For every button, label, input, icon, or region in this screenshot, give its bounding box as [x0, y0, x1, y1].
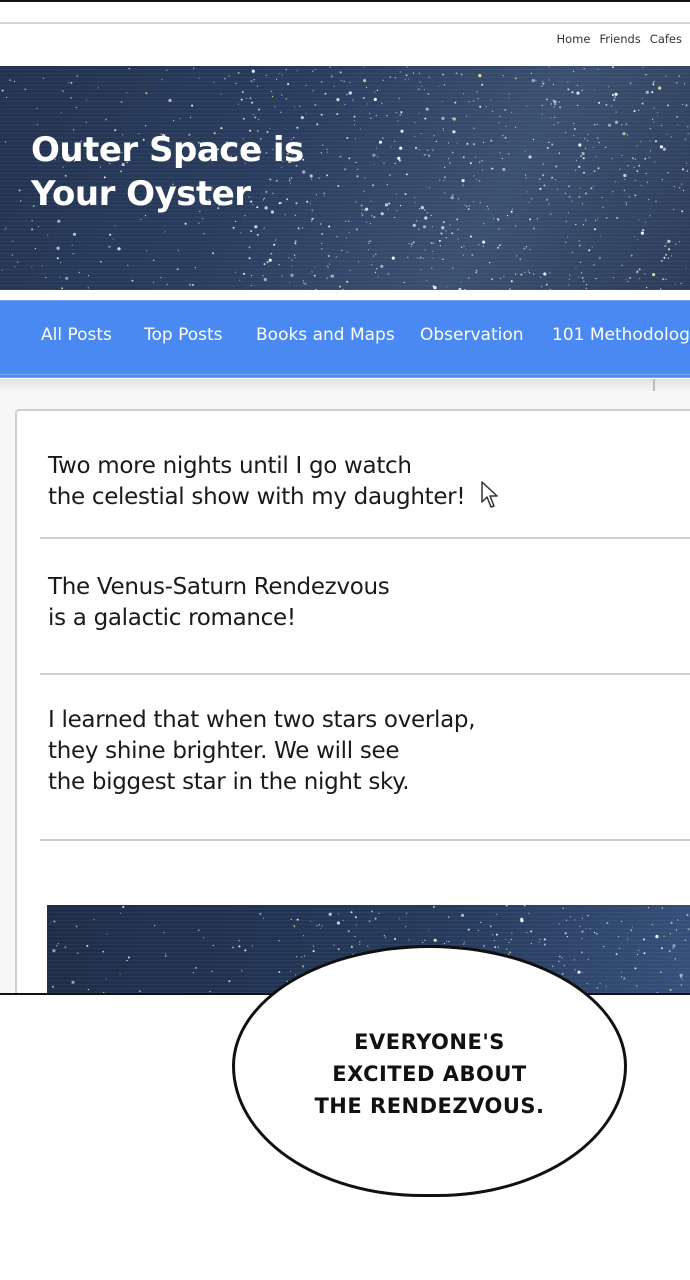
post-item[interactable]: Two more nights until I go watch the cel… [48, 451, 648, 513]
speech-bubble-text: EVERYONE'S EXCITED ABOUT THE RENDEZVOUS. [314, 1030, 545, 1118]
post-divider [40, 839, 690, 841]
topnav-home-link[interactable]: Home [556, 32, 590, 46]
tab-observation[interactable]: Observation [420, 325, 524, 345]
navbar-shadow [0, 379, 690, 391]
top-divider [0, 22, 690, 24]
hero-banner: Outer Space is Your Oyster [0, 66, 690, 290]
post-item[interactable]: I learned that when two stars overlap, t… [48, 705, 648, 798]
post-item[interactable]: The Venus-Saturn Rendezvous is a galacti… [48, 572, 648, 634]
comic-panel: Home Friends Cafes Outer Space is Your O… [0, 0, 690, 995]
mouse-pointer-icon [481, 481, 498, 508]
speech-bubble: EVERYONE'S EXCITED ABOUT THE RENDEZVOUS. [232, 945, 627, 1197]
site-title: Outer Space is Your Oyster [31, 130, 304, 214]
tab-101-methodology[interactable]: 101 Methodology [552, 325, 690, 345]
tab-top-posts[interactable]: Top Posts [144, 325, 223, 345]
post-divider [40, 537, 690, 539]
topnav-friends-link[interactable]: Friends [599, 32, 640, 46]
tab-all-posts[interactable]: All Posts [41, 325, 112, 345]
category-navbar: All Posts Top Posts Books and Maps Obser… [0, 300, 690, 378]
top-nav: Home Friends Cafes [556, 32, 682, 46]
post-divider [40, 673, 690, 675]
scrollbar-tick[interactable] [653, 379, 655, 391]
tab-books-and-maps[interactable]: Books and Maps [256, 325, 395, 345]
topnav-cafes-link[interactable]: Cafes [650, 32, 682, 46]
